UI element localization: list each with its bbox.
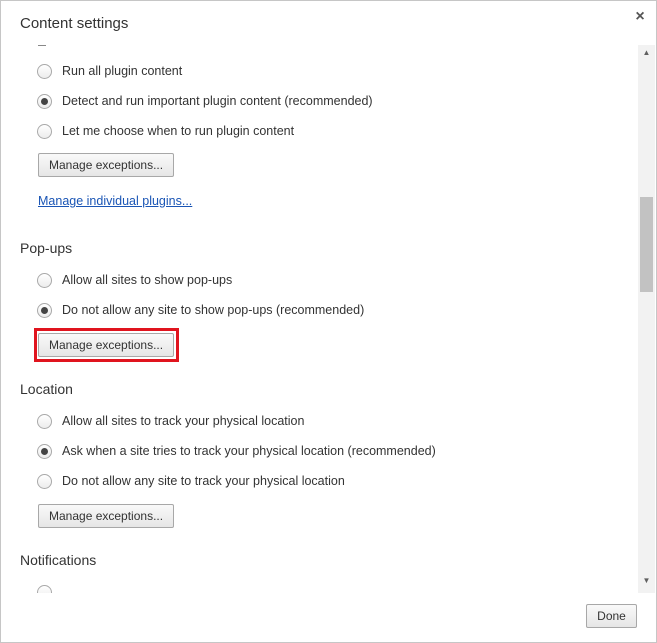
radio-button[interactable] (37, 272, 52, 288)
scroll-thumb[interactable] (640, 197, 653, 292)
scroll-down-icon[interactable]: ▼ (638, 575, 655, 587)
radio-block-popups[interactable]: Do not allow any site to show pop-ups (r… (37, 301, 364, 319)
scroll-up-icon[interactable]: ▲ (638, 47, 655, 59)
radio-label: Let me choose when to run plugin content (62, 124, 295, 138)
radio-run-all-plugins[interactable]: Run all plugin content (37, 62, 182, 80)
radio-notifications-clipped[interactable] (37, 583, 52, 593)
clipped-section-heading (38, 45, 46, 46)
popups-section-title: Pop-ups (20, 240, 73, 256)
radio-label: Ask when a site tries to track your phys… (62, 444, 436, 458)
radio-label: Run all plugin content (62, 64, 183, 78)
content-settings-dialog: Content settings × Run all plugin conten… (0, 0, 657, 643)
done-button[interactable]: Done (586, 604, 637, 628)
radio-let-me-choose-plugins[interactable]: Let me choose when to run plugin content (37, 122, 294, 140)
radio-detect-important-plugins[interactable]: Detect and run important plugin content … (37, 92, 373, 110)
close-icon[interactable]: × (631, 8, 649, 26)
settings-scroll-area[interactable]: Run all plugin content Detect and run im… (1, 45, 637, 593)
radio-allow-popups[interactable]: Allow all sites to show pop-ups (37, 271, 232, 289)
radio-label: Detect and run important plugin content … (62, 94, 373, 108)
radio-ask-location[interactable]: Ask when a site tries to track your phys… (37, 442, 436, 460)
radio-button[interactable] (37, 443, 52, 459)
radio-button[interactable] (37, 584, 52, 593)
vertical-scrollbar[interactable]: ▲ ▼ (638, 45, 655, 593)
radio-label: Allow all sites to track your physical l… (62, 414, 305, 428)
radio-button[interactable] (37, 473, 52, 489)
radio-button[interactable] (37, 93, 52, 109)
radio-allow-location[interactable]: Allow all sites to track your physical l… (37, 412, 304, 430)
radio-label: Allow all sites to show pop-ups (62, 273, 233, 287)
radio-button[interactable] (37, 63, 52, 79)
dialog-title: Content settings (20, 15, 129, 32)
manage-individual-plugins-link[interactable]: Manage individual plugins... (38, 194, 192, 208)
radio-button[interactable] (37, 413, 52, 429)
radio-label: Do not allow any site to track your phys… (62, 474, 345, 488)
radio-block-location[interactable]: Do not allow any site to track your phys… (37, 472, 345, 490)
notifications-section-title: Notifications (20, 552, 97, 568)
radio-button[interactable] (37, 302, 52, 318)
popups-manage-exceptions-button[interactable]: Manage exceptions... (38, 333, 175, 357)
radio-label: Do not allow any site to show pop-ups (r… (62, 303, 365, 317)
radio-button[interactable] (37, 123, 52, 139)
plugins-manage-exceptions-button[interactable]: Manage exceptions... (38, 153, 175, 177)
location-manage-exceptions-button[interactable]: Manage exceptions... (38, 504, 175, 528)
location-section-title: Location (20, 381, 73, 397)
